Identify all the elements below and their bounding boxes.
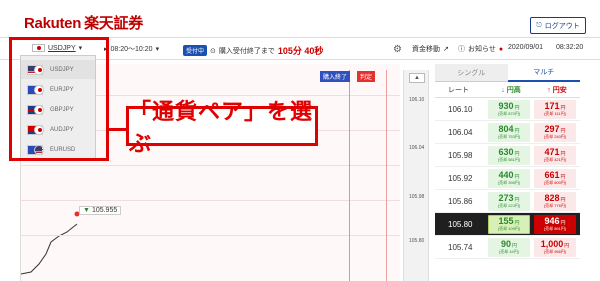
- judgement-tag: 判定: [357, 71, 376, 82]
- logout-icon: ⎋: [536, 21, 542, 29]
- grid-line: [20, 200, 400, 201]
- highlight-box: [9, 37, 109, 161]
- y-tick: 105.98: [409, 194, 425, 200]
- bell-icon: ●: [498, 45, 504, 53]
- buy-price-button[interactable]: 804円 (売却 753円): [488, 122, 530, 142]
- sell-price-button[interactable]: 171円 (売却 111円): [534, 99, 576, 119]
- arrow-up-icon: ↑: [547, 86, 551, 94]
- rate-table-header: レート ↓ 円高 ↑ 円安: [435, 82, 580, 98]
- buy-price-button[interactable]: 930円 (売却 870円): [488, 99, 530, 119]
- purchase-end-tag: 購入終了: [320, 71, 351, 82]
- table-row: 106.10 930円 (売却 870円) 171円 (売却 111円): [435, 98, 580, 121]
- current-price-value: 105.955: [91, 207, 118, 214]
- order-status: 受付中 ⊙ 購入受付終了まで 105分 40秒: [183, 44, 323, 57]
- buy-price-button[interactable]: 273円 (売却 223円): [488, 191, 530, 211]
- gear-icon: ⚙: [393, 44, 402, 55]
- rate-value: 105.98: [448, 150, 473, 160]
- table-row: 106.04 804円 (売却 753円) 297円 (売却 240円): [435, 121, 580, 144]
- rate-value: 106.10: [448, 104, 473, 114]
- settings-button[interactable]: ⚙: [393, 44, 402, 55]
- countdown-timer: 105分 40秒: [277, 46, 324, 56]
- arrow-down-icon: ↓: [501, 86, 505, 94]
- server-clock: 08:32:20: [556, 44, 584, 51]
- table-row: 105.86 273円 (売却 223円) 828円 (売却 776円): [435, 190, 580, 213]
- order-until-label: 購入受付終了まで: [218, 47, 275, 55]
- rate-value: 105.86: [448, 196, 473, 206]
- rate-value: 105.74: [448, 242, 473, 252]
- server-date: 2020/09/01: [508, 44, 544, 51]
- sell-price-button[interactable]: 1,000円 (売却 956円): [534, 237, 576, 257]
- grid-line: [20, 165, 400, 166]
- table-row: 105.98 630円 (売却 581円) 471円 (売却 421円): [435, 144, 580, 167]
- rakuten-logo[interactable]: Rakuten 楽天証券: [24, 12, 143, 33]
- notice-link[interactable]: ⓘ お知らせ ●: [458, 44, 503, 54]
- table-row: 105.92 440円 (売却 398円) 661円 (売却 600円): [435, 167, 580, 190]
- deposit-label: 資金移動: [412, 46, 440, 53]
- time-range-label: 08:20〜10:20: [110, 46, 153, 53]
- sell-price-button[interactable]: 297円 (売却 240円): [534, 122, 576, 142]
- time-range-selector[interactable]: ▸ 08:20〜10:20 ▾: [104, 44, 159, 54]
- logout-label: ログアウト: [544, 22, 580, 30]
- buy-price-button[interactable]: 630円 (売却 581円): [488, 145, 530, 165]
- rate-column-header: レート: [448, 86, 469, 94]
- price-axis: ▲ 106.10 106.04 105.98 105.80: [403, 70, 429, 281]
- logout-button[interactable]: ⎋ ログアウト: [530, 17, 586, 34]
- sell-price-button[interactable]: 661円 (売却 600円): [534, 168, 576, 188]
- rate-value: 106.04: [448, 127, 473, 137]
- buy-price-button[interactable]: 440円 (売却 398円): [488, 168, 530, 188]
- y-tick: 106.04: [409, 145, 425, 151]
- clock-icon: ⊙: [210, 47, 216, 55]
- current-price-label: ▼ 105.955: [79, 206, 122, 215]
- sell-price-button[interactable]: 471円 (売却 421円): [534, 145, 576, 165]
- notice-label: お知らせ: [468, 46, 496, 53]
- deposit-link[interactable]: 資金移動 ↗: [412, 44, 449, 54]
- tab-multi[interactable]: マルチ: [507, 64, 580, 82]
- y-tick: 105.80: [409, 238, 425, 244]
- sell-column-header: ↑ 円安: [547, 86, 567, 94]
- price-line: [21, 223, 78, 275]
- rate-value: 105.92: [448, 173, 473, 183]
- buy-price-button[interactable]: 155円 (売却 109円): [488, 214, 530, 234]
- mode-tabs: シングル マルチ: [435, 64, 580, 82]
- sell-price-button[interactable]: 946円 (売却 891円): [534, 214, 576, 234]
- tutorial-callout: 「通貨ペア」を選ぶ: [126, 99, 318, 156]
- status-badge: 受付中: [183, 45, 208, 56]
- callout-connector: [109, 128, 126, 131]
- grid-line: [20, 235, 400, 236]
- chevron-down-icon: ▾: [155, 46, 160, 53]
- scroll-up-button[interactable]: ▲: [409, 73, 425, 83]
- buy-column-header: ↓ 円高: [501, 86, 521, 94]
- rate-value: 105.80: [448, 219, 473, 229]
- app-header: Rakuten 楽天証券 ⎋ ログアウト: [0, 0, 600, 38]
- rate-panel: シングル マルチ レート ↓ 円高 ↑ 円安 106.10 930円 (売却 87…: [435, 64, 580, 281]
- table-row: 105.74 90円 (売却 44円) 1,000円 (売却 956円): [435, 236, 580, 259]
- y-tick: 106.10: [409, 97, 425, 103]
- table-row-selected: 105.80 155円 (売却 109円) 946円 (売却 891円): [435, 213, 580, 236]
- sell-price-button[interactable]: 828円 (売却 776円): [534, 191, 576, 211]
- purchase-end-line: [349, 70, 350, 281]
- buy-price-button[interactable]: 90円 (売却 44円): [488, 237, 530, 257]
- tab-single[interactable]: シングル: [435, 64, 508, 82]
- judgement-line: [386, 70, 387, 281]
- notice-icon: ⓘ: [458, 46, 465, 53]
- triangle-down-icon: ▼: [83, 207, 90, 214]
- external-link-icon: ↗: [443, 46, 449, 53]
